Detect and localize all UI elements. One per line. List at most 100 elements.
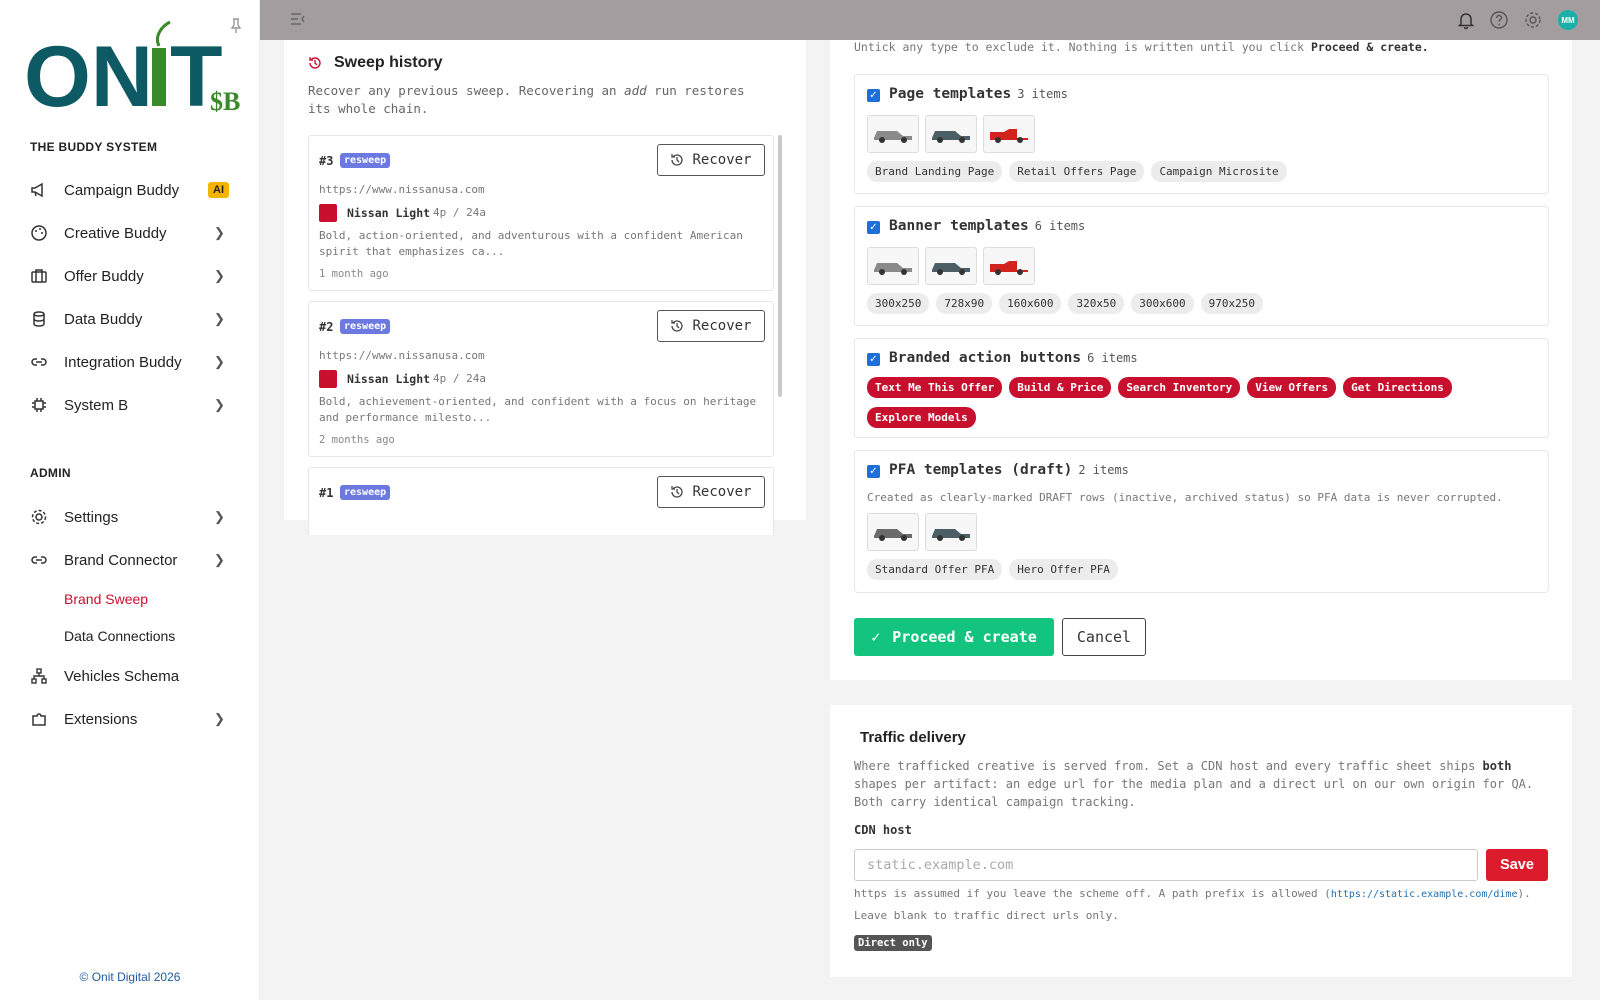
nav-label: System B — [64, 396, 129, 414]
entry-meta: 4p / 24a — [433, 206, 486, 219]
cdn-help-text: https is assumed if you leave the scheme… — [854, 887, 1531, 900]
nav-data-buddy[interactable]: Data Buddy ❯ — [0, 299, 260, 339]
chip: 320x50 — [1068, 293, 1125, 314]
vehicle-thumbnail — [983, 115, 1035, 153]
topbar: MM — [260, 0, 1600, 40]
sweep-history-list[interactable]: #3 resweep Recover https://www.nissanusa… — [308, 135, 784, 535]
thumbnail-row — [867, 513, 977, 551]
nav-offer-buddy[interactable]: Offer Buddy ❯ — [0, 256, 260, 296]
cdn-host-input[interactable] — [854, 849, 1478, 881]
nav-integration-buddy[interactable]: Integration Buddy ❯ — [0, 342, 260, 382]
save-button[interactable]: Save — [1486, 849, 1548, 881]
nav-settings[interactable]: Settings ❯ — [0, 497, 260, 537]
nav-label: Offer Buddy — [64, 267, 144, 285]
nav-brand-connector[interactable]: Brand Connector ❯ — [0, 540, 260, 580]
nav-system-b[interactable]: System B ❯ — [0, 385, 260, 425]
sweep-history-description: Recover any previous sweep. Recovering a… — [308, 83, 745, 116]
action-button-chip: Explore Models — [867, 407, 976, 428]
traffic-delivery-title: Traffic delivery — [860, 729, 966, 746]
resweep-badge: resweep — [340, 485, 391, 500]
nav-brand-sweep[interactable]: Brand Sweep — [64, 591, 148, 607]
recover-button[interactable]: Recover — [657, 144, 765, 176]
entry-time: 1 month ago — [319, 268, 389, 280]
section-label-admin: ADMIN — [30, 466, 71, 480]
sweep-history-panel: Sweep history Recover any previous sweep… — [284, 40, 806, 535]
entry-url: https://www.nissanusa.com — [319, 349, 485, 362]
history-entry: #1 resweep Recover — [308, 467, 774, 535]
menu-toggle-icon[interactable] — [290, 12, 306, 29]
proceed-create-button[interactable]: ✓ Proceed & create — [854, 618, 1054, 656]
onit-logo: ON T $B — [24, 18, 244, 125]
nav-creative-buddy[interactable]: Creative Buddy ❯ — [0, 213, 260, 253]
checkbox-pfa-templates[interactable]: ✓ — [867, 465, 880, 478]
avatar[interactable]: MM — [1558, 10, 1578, 30]
entry-brand: Nissan Light — [347, 206, 431, 220]
chip-row: 300x250 728x90 160x600 320x50 300x600 97… — [867, 293, 1487, 314]
traffic-delivery-panel: Traffic delivery Where trafficked creati… — [830, 705, 1572, 977]
chip: Standard Offer PFA — [867, 559, 1003, 580]
history-icon — [308, 56, 322, 75]
help-icon[interactable] — [1489, 10, 1509, 30]
resweep-badge: resweep — [340, 153, 391, 168]
chip: 728x90 — [936, 293, 993, 314]
checkbox-branded-action-buttons[interactable]: ✓ — [867, 353, 880, 366]
entry-number: #2 — [319, 320, 334, 334]
nav-extensions[interactable]: Extensions ❯ — [0, 699, 260, 739]
chip-row: Text Me This Offer Build & Price Search … — [867, 377, 1487, 428]
chevron-right-icon: ❯ — [214, 509, 225, 524]
status-badge: Direct only — [854, 935, 932, 951]
entry-time: 2 months ago — [319, 434, 395, 446]
nav-label: Vehicles Schema — [64, 667, 180, 685]
action-button-chip: Get Directions — [1343, 377, 1452, 398]
section-label-buddy-system: THE BUDDY SYSTEM — [30, 140, 158, 154]
puzzle-icon — [30, 710, 48, 728]
nav-label: Brand Connector — [64, 551, 178, 569]
vehicle-thumbnail — [867, 115, 919, 153]
action-button-chip: Text Me This Offer — [867, 377, 1003, 398]
group-title: Page templates 3 items — [889, 86, 1068, 102]
chip: 160x600 — [999, 293, 1062, 314]
nav-label: Campaign Buddy — [64, 181, 180, 199]
recover-button[interactable]: Recover — [657, 310, 765, 342]
recover-button[interactable]: Recover — [657, 476, 765, 508]
chip: 300x250 — [867, 293, 930, 314]
megaphone-icon — [30, 181, 48, 199]
entry-url: https://www.nissanusa.com — [319, 183, 485, 196]
chevron-right-icon: ❯ — [214, 397, 225, 412]
nav-label: Creative Buddy — [64, 224, 167, 242]
chip-row: Standard Offer PFA Hero Offer PFA — [867, 559, 1487, 580]
palette-icon — [30, 224, 48, 242]
vehicle-thumbnail — [925, 247, 977, 285]
nav-vehicles-schema[interactable]: Vehicles Schema — [0, 656, 260, 696]
gear-icon[interactable] — [1523, 10, 1543, 30]
resweep-badge: resweep — [340, 319, 391, 334]
thumbnail-row — [867, 115, 1035, 153]
chevron-right-icon: ❯ — [214, 552, 225, 567]
checkbox-page-templates[interactable]: ✓ — [867, 89, 880, 102]
cdn-help-text-blank: Leave blank to traffic direct urls only. — [854, 909, 1119, 922]
entry-number: #1 — [319, 486, 334, 500]
link-icon — [30, 551, 48, 569]
chip-row: Brand Landing Page Retail Offers Page Ca… — [867, 161, 1487, 182]
pin-icon[interactable] — [230, 18, 242, 37]
history-icon — [671, 486, 684, 498]
brand-color-swatch — [319, 370, 337, 388]
chevron-right-icon: ❯ — [214, 711, 225, 726]
cancel-button[interactable]: Cancel — [1062, 618, 1146, 656]
entry-number: #3 — [319, 154, 334, 168]
svg-text:$B: $B — [210, 87, 240, 116]
scrollbar[interactable] — [778, 135, 782, 397]
bell-icon[interactable] — [1456, 10, 1476, 30]
review-panel: Untick any type to exclude it. Nothing i… — [830, 40, 1572, 680]
chip-icon — [30, 396, 48, 414]
group-branded-action-buttons: ✓ Branded action buttons 6 items Text Me … — [854, 338, 1549, 438]
nav-label: Extensions — [64, 710, 138, 728]
checkbox-banner-templates[interactable]: ✓ — [867, 221, 880, 234]
chip: Campaign Microsite — [1151, 161, 1287, 182]
nav-campaign-buddy[interactable]: Campaign Buddy AI — [0, 170, 260, 210]
vehicle-thumbnail — [925, 513, 977, 551]
review-intro: Untick any type to exclude it. Nothing i… — [854, 40, 1429, 54]
thumbnail-row — [867, 247, 1035, 285]
nav-data-connections[interactable]: Data Connections — [64, 628, 175, 644]
chip: Hero Offer PFA — [1009, 559, 1118, 580]
